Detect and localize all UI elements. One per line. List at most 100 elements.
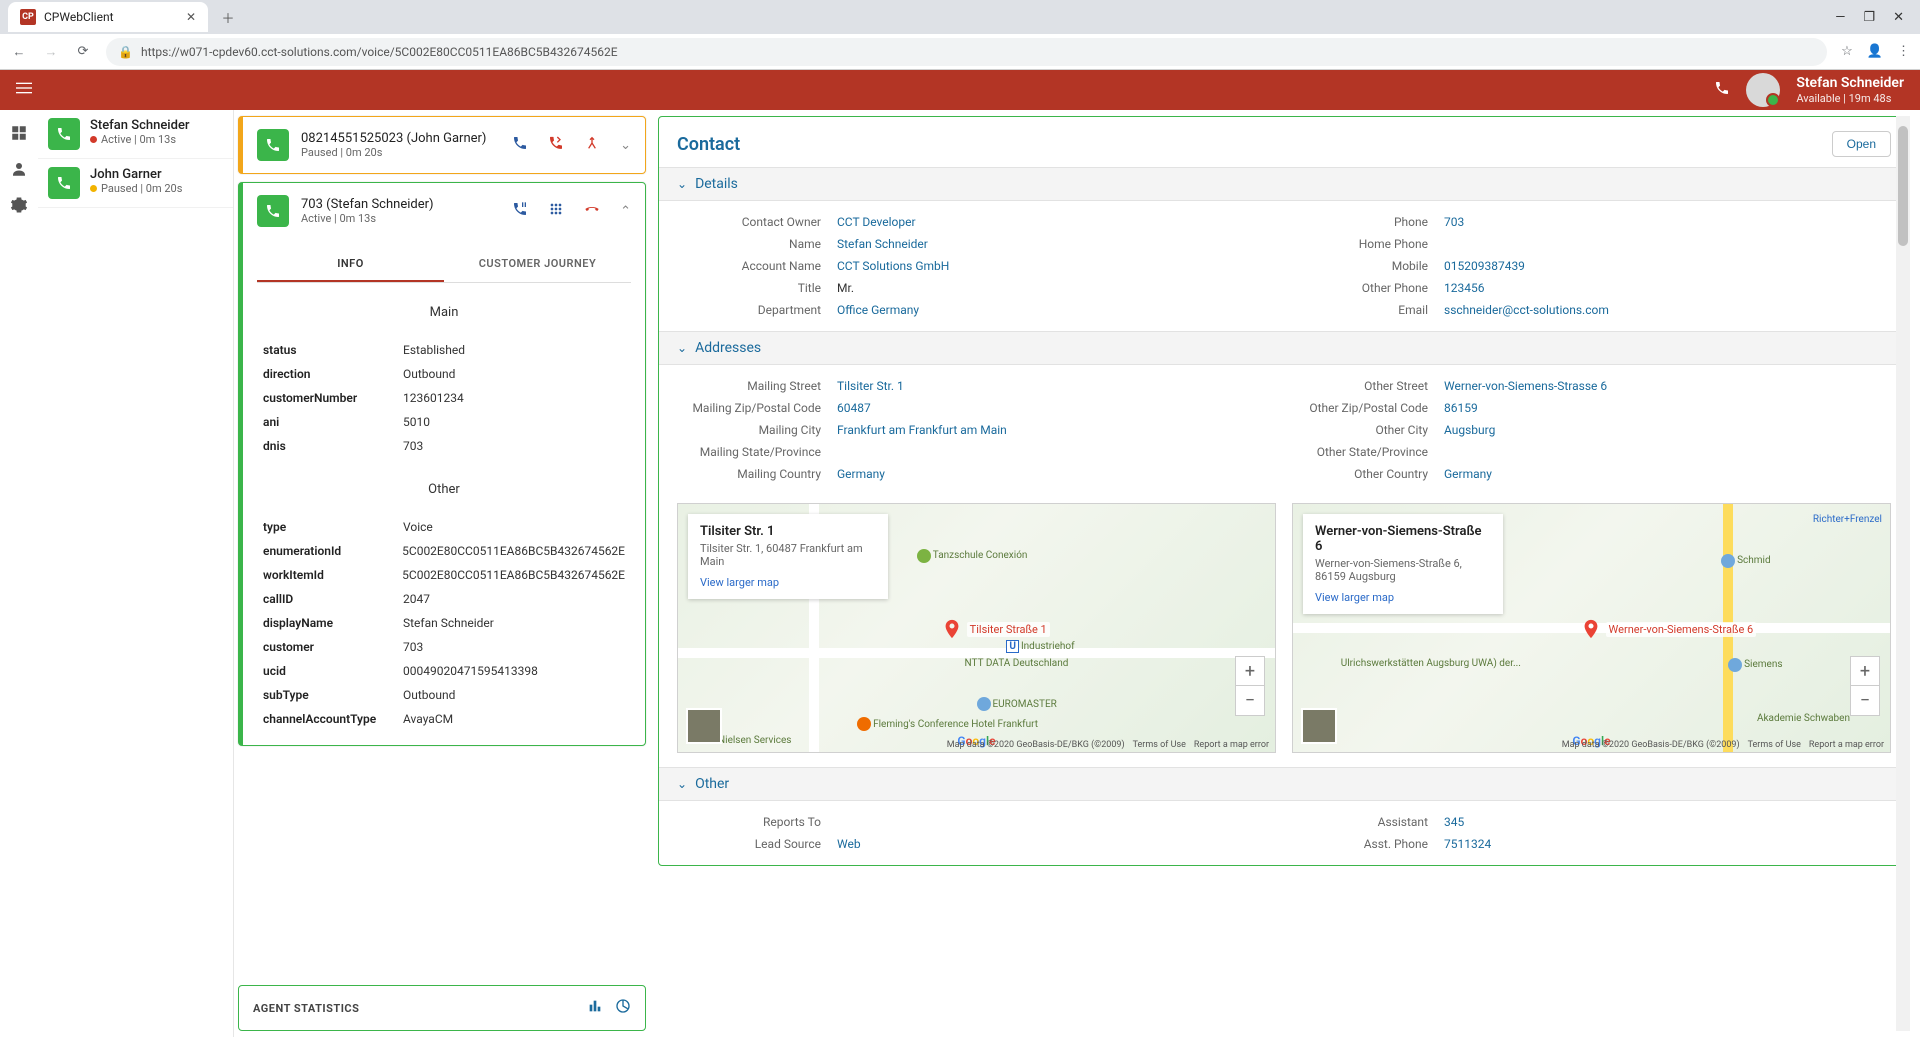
header-phone-icon[interactable] [1714,80,1730,100]
merge-call-icon[interactable] [584,135,600,155]
detail-value[interactable]: CCT Solutions GmbH [837,259,949,273]
tab-info[interactable]: INFO [257,247,444,282]
call-tabs: INFO CUSTOMER JOURNEY [257,247,631,283]
detail-value[interactable]: 703 [1444,215,1464,229]
detail-value[interactable]: Tilsiter Str. 1 [837,379,904,393]
detail-value[interactable]: 123456 [1444,281,1484,295]
close-window-icon[interactable]: ✕ [1893,10,1904,25]
detail-value[interactable]: Germany [837,467,885,481]
new-tab-button[interactable]: ＋ [216,5,240,29]
kv-value: Established [403,343,465,357]
transfer-call-icon[interactable] [548,135,564,155]
back-button[interactable]: ← [10,44,28,60]
zoom-in-button[interactable]: + [1235,656,1265,686]
detail-value[interactable]: 345 [1444,815,1464,829]
detail-pair: Other CountryGermany [1284,463,1891,485]
settings-icon[interactable] [10,196,28,214]
profile-icon[interactable]: 👤 [1867,44,1883,59]
report-link[interactable]: Report a map error [1194,740,1269,750]
call-subtitle: Paused | 0m 20s [301,146,486,159]
map-mailing[interactable]: Tanzschule Conexión U Fischstein U Indus… [677,503,1276,753]
section-other-header[interactable]: ⌄Other [659,767,1909,801]
tab-customer-journey[interactable]: CUSTOMER JOURNEY [444,247,631,282]
kv-key: workItemId [263,568,402,582]
pie-chart-icon[interactable] [615,998,631,1018]
detail-pair: Lead SourceWeb [677,833,1284,855]
detail-pair: Home Phone [1284,233,1891,255]
paused-call-card[interactable]: 08214551525023 (John Garner) Paused | 0m… [238,116,646,174]
detail-label: Mailing State/Province [677,445,837,459]
detail-label: Other State/Province [1284,445,1444,459]
view-larger-map-link[interactable]: View larger map [1315,591,1491,604]
detail-value[interactable]: 86159 [1444,401,1478,415]
tab-title: CPWebClient [44,10,114,24]
person-icon[interactable] [10,160,28,178]
satellite-toggle[interactable] [686,708,722,744]
star-icon[interactable]: ☆ [1841,44,1853,59]
detail-value[interactable]: Augsburg [1444,423,1495,437]
kv-key: ucid [263,664,403,678]
terms-link[interactable]: Terms of Use [1133,740,1186,750]
hold-call-icon[interactable] [512,201,528,221]
report-link[interactable]: Report a map error [1809,740,1884,750]
detail-value[interactable]: Web [837,837,861,851]
kv-key: ani [263,415,403,429]
scrollbar[interactable] [1896,116,1910,1031]
terms-link[interactable]: Terms of Use [1748,740,1801,750]
conversation-status: Paused | 0m 20s [90,182,182,195]
kv-value: Outbound [403,688,455,702]
kv-key: type [263,520,403,534]
avatar[interactable] [1746,73,1780,107]
conversation-item[interactable]: John Garner Paused | 0m 20s [38,159,233,208]
kebab-menu-icon[interactable]: ⋮ [1897,44,1910,59]
hangup-icon[interactable] [584,201,600,221]
detail-value[interactable]: 015209387439 [1444,259,1525,273]
detail-value[interactable]: Werner-von-Siemens-Strasse 6 [1444,379,1607,393]
agent-statistics-panel[interactable]: AGENT STATISTICS [238,985,646,1031]
zoom-in-button[interactable]: + [1850,656,1880,686]
section-addresses-header[interactable]: ⌄Addresses [659,331,1909,365]
map-attribution: Map data ©2020 GeoBasis-DE/BKG (©2009) T… [1562,740,1884,750]
detail-pair: Mailing CityFrankfurt am Frankfurt am Ma… [677,419,1284,441]
dialpad-icon[interactable] [548,201,564,221]
browser-tab[interactable]: CP CPWebClient ✕ [8,2,208,32]
hamburger-menu-icon[interactable] [16,80,32,100]
zoom-out-button[interactable]: − [1850,686,1880,716]
detail-value[interactable]: Office Germany [837,303,919,317]
detail-value[interactable]: CCT Developer [837,215,916,229]
maximize-icon[interactable]: ❐ [1863,10,1875,25]
view-larger-map-link[interactable]: View larger map [700,576,876,589]
bar-chart-icon[interactable] [587,998,603,1018]
resume-call-icon[interactable] [512,135,528,155]
detail-pair: Other CityAugsburg [1284,419,1891,441]
detail-pair: TitleMr. [677,277,1284,299]
minimize-icon[interactable]: — [1835,10,1845,25]
reload-button[interactable]: ⟳ [74,44,92,59]
kv-value: 703 [403,640,423,654]
detail-value[interactable]: Frankfurt am Frankfurt am Main [837,423,1007,437]
open-button[interactable]: Open [1832,131,1891,157]
conversation-list: Stefan Schneider Active | 0m 13s John Ga… [38,110,234,1037]
expand-icon[interactable]: ⌄ [620,138,631,153]
collapse-icon[interactable]: ⌃ [620,204,631,219]
detail-value[interactable]: 60487 [837,401,871,415]
dashboard-icon[interactable] [10,124,28,142]
conversation-item[interactable]: Stefan Schneider Active | 0m 13s [38,110,233,159]
map-other[interactable]: Richter+Frenzel Schmid Ulrichswerkstätte… [1292,503,1891,753]
detail-value[interactable]: Germany [1444,467,1492,481]
detail-value[interactable]: Stefan Schneider [837,237,928,251]
map-pin: Werner-von-Siemens-Straße 6 [1580,618,1757,640]
zoom-out-button[interactable]: − [1235,686,1265,716]
map-subtitle: Tilsiter Str. 1, 60487 Frankfurt am Main [700,542,876,568]
satellite-toggle[interactable] [1301,708,1337,744]
address-bar[interactable]: 🔒 https://w071-cpdev60.cct-solutions.com… [106,38,1827,66]
detail-pair: Phone703 [1284,211,1891,233]
detail-label: Other Street [1284,379,1444,393]
detail-value[interactable]: 7511324 [1444,837,1491,851]
kv-row: statusEstablished [263,338,625,362]
detail-value[interactable]: sschneider@cct-solutions.com [1444,303,1609,317]
map-info-overlay: Tilsiter Str. 1 Tilsiter Str. 1, 60487 F… [688,514,888,599]
tab-close-icon[interactable]: ✕ [186,10,196,24]
section-details-header[interactable]: ⌄Details [659,167,1909,201]
forward-button[interactable]: → [42,44,60,60]
